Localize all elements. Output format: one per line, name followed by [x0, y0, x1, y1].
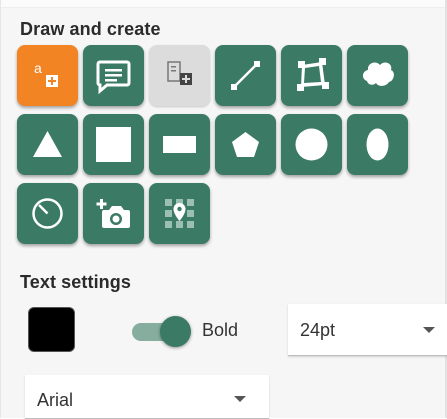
triangle-icon: [33, 131, 62, 157]
square-icon: [96, 127, 131, 162]
panel-top-strip: [1, 0, 447, 8]
square-tool[interactable]: [83, 114, 144, 175]
draw-panel: Draw and create a Text settings Bold 24p…: [0, 0, 447, 419]
freeform-shape-tool[interactable]: [347, 45, 408, 106]
polygon-vertices-icon: [297, 58, 329, 91]
chevron-down-icon: [234, 396, 246, 402]
line-icon: [231, 61, 260, 90]
grid-pin-icon: [165, 199, 194, 228]
circle-tool[interactable]: [281, 114, 342, 175]
font-size-select[interactable]: 24pt: [288, 304, 447, 356]
font-size-value: 24pt: [300, 320, 336, 340]
cloud-shape-icon: [362, 62, 394, 86]
bold-label: Bold: [202, 320, 239, 340]
circle-radius-tool[interactable]: [17, 183, 78, 244]
map-grid-pin-tool[interactable]: [149, 183, 210, 244]
bold-toggle-knob: [160, 316, 191, 347]
bold-toggle[interactable]: [132, 315, 191, 347]
text-settings-title: Text settings: [20, 272, 131, 292]
font-family-select[interactable]: Arial: [25, 375, 269, 419]
rectangle-tool[interactable]: [149, 114, 210, 175]
polygon-edit-tool[interactable]: [281, 45, 342, 106]
pentagon-tool[interactable]: [215, 114, 276, 175]
ellipse-tool[interactable]: [347, 114, 408, 175]
font-family-value: Arial: [37, 390, 74, 410]
line-tool[interactable]: [215, 45, 276, 106]
ellipse-icon: [366, 128, 389, 161]
text-field-plus-icon: [167, 61, 192, 85]
speech-bubble-tool[interactable]: [83, 45, 144, 106]
camera-plus-icon: [96, 199, 130, 228]
text-glyph: a: [34, 60, 42, 76]
circle-radius-icon: [32, 198, 63, 229]
text-color-swatch[interactable]: [28, 307, 75, 352]
triangle-tool[interactable]: [17, 114, 78, 175]
chevron-down-icon: [423, 327, 435, 333]
pentagon-icon: [232, 132, 259, 157]
rectangle-icon: [163, 136, 196, 153]
text-field-tool[interactable]: [149, 45, 210, 106]
draw-section-title: Draw and create: [20, 19, 161, 39]
add-text-tool[interactable]: a: [17, 45, 78, 106]
text-plus-icon: a: [34, 60, 58, 87]
add-photo-tool[interactable]: [83, 183, 144, 244]
circle-icon: [295, 128, 328, 161]
speech-bubble-icon: [96, 60, 131, 95]
